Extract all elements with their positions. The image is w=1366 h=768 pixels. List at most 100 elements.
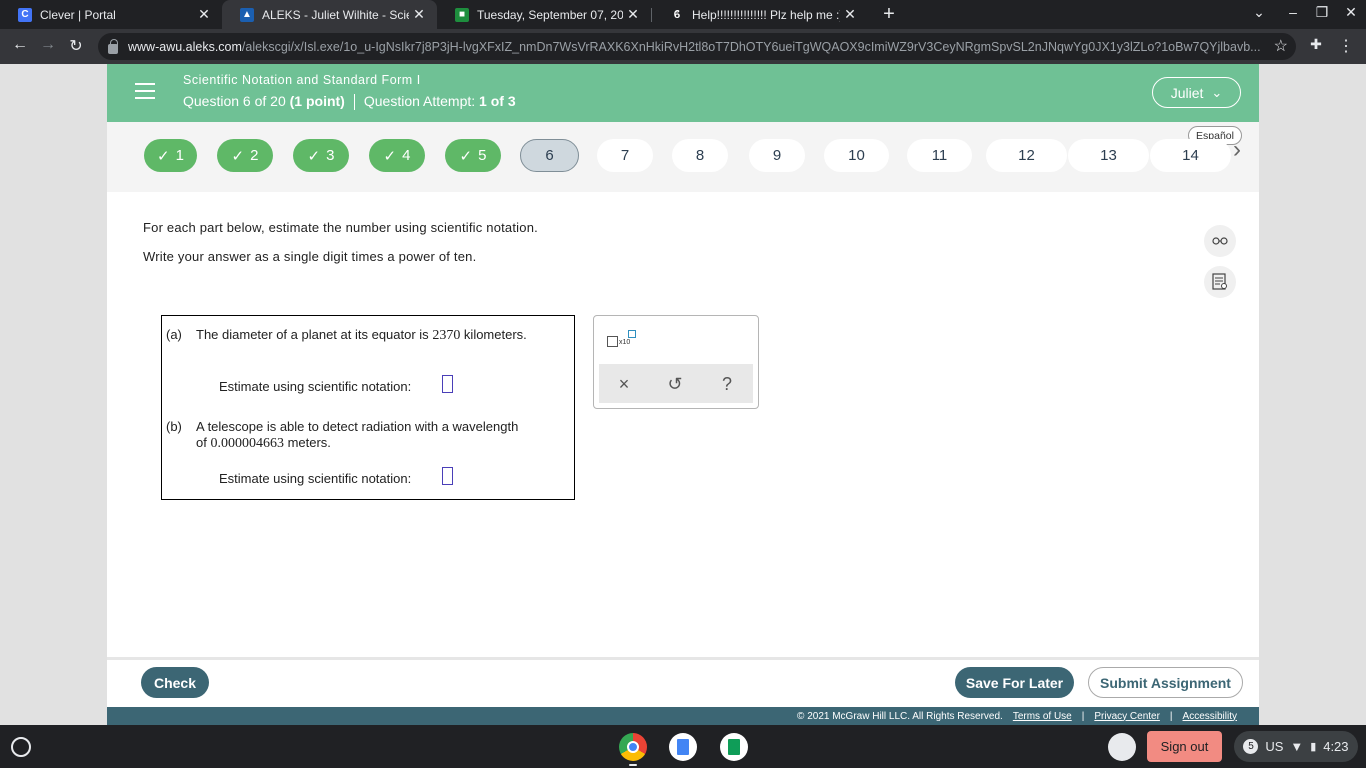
question-pill-7[interactable]: 7	[597, 139, 653, 172]
extensions-icon[interactable]: ✚	[1305, 36, 1327, 53]
undo-icon[interactable]: ↺	[663, 372, 687, 396]
chrome-menu-icon[interactable]: ⋮	[1335, 36, 1357, 56]
brainly-icon: ϐ	[673, 8, 681, 21]
part-b-text: A telescope is able to detect radiation …	[196, 419, 519, 451]
browser-tab-aleks[interactable]: ▲ ALEKS - Juliet Wilhite - Scientific ✕	[222, 0, 437, 29]
question-pill-13[interactable]: 13	[1068, 139, 1149, 172]
status-tray[interactable]: 5 US ▼ ▮ 4:23	[1234, 731, 1358, 762]
browser-tab-clever[interactable]: C Clever | Portal ✕	[0, 0, 222, 29]
attempt-label: Question Attempt:	[363, 93, 476, 109]
glasses-icon[interactable]	[1204, 225, 1236, 257]
notification-count-badge: 5	[1243, 739, 1259, 754]
part-a-estimate-label: Estimate using scientific notation:	[219, 379, 412, 394]
exponent-box-icon	[628, 330, 636, 338]
sheets-app-icon[interactable]	[720, 733, 748, 761]
close-tab-icon[interactable]: ✕	[840, 6, 860, 23]
question-pill-3[interactable]: ✓ 3	[293, 139, 349, 172]
os-shelf: Sign out 5 US ▼ ▮ 4:23	[0, 725, 1366, 768]
sign-out-button[interactable]: Sign out	[1147, 731, 1222, 762]
legal-footer: © 2021 McGraw Hill LLC. All Rights Reser…	[107, 707, 1259, 725]
part-a-answer-input[interactable]	[442, 375, 453, 393]
back-icon[interactable]: ←	[9, 36, 31, 54]
mantissa-box-icon	[607, 336, 618, 347]
close-tab-icon[interactable]: ✕	[194, 6, 214, 23]
check-icon: ✓	[231, 147, 245, 165]
scientific-notation-template-button[interactable]: x10	[607, 330, 637, 352]
notes-icon[interactable]	[1204, 266, 1236, 298]
question-pill-1[interactable]: ✓ 1	[144, 139, 197, 172]
restore-icon[interactable]: ❐	[1312, 4, 1332, 21]
lock-status-icon: ▮	[1310, 741, 1317, 753]
part-b-estimate-label: Estimate using scientific notation:	[219, 471, 412, 486]
submit-assignment-button[interactable]: Submit Assignment	[1088, 667, 1243, 698]
tool-actions-bar: × ↺ ?	[599, 364, 753, 403]
question-pill-4[interactable]: ✓ 4	[369, 139, 425, 172]
instruction-line-2: Write your answer as a single digit time…	[143, 249, 477, 264]
chrome-center-icon	[627, 741, 639, 753]
user-menu-button[interactable]: Juliet ⌄	[1152, 77, 1241, 108]
lock-icon	[108, 38, 118, 54]
url-path: /alekscgi/x/Isl.exe/1o_u-IgNsIkr7j8P3jH-…	[241, 39, 1261, 54]
help-icon[interactable]: ?	[715, 372, 739, 396]
check-icon: ✓	[459, 147, 473, 165]
minimize-icon[interactable]: –	[1283, 4, 1303, 20]
browser-tab-classroom[interactable]: ■ Tuesday, September 07, 2021 Sc ✕	[437, 0, 651, 29]
holding-space-icon[interactable]	[1108, 733, 1136, 761]
clever-icon: C	[18, 7, 32, 22]
times-ten-label: x10	[619, 339, 631, 346]
address-bar[interactable]: www-awu.aleks.com/alekscgi/x/Isl.exe/1o_…	[98, 33, 1296, 60]
close-window-icon[interactable]: ✕	[1341, 4, 1361, 21]
part-a-number: 2370	[432, 328, 461, 343]
question-pill-5[interactable]: ✓ 5	[445, 139, 501, 172]
question-pill-14[interactable]: 14	[1150, 139, 1231, 172]
clear-icon[interactable]: ×	[612, 372, 636, 396]
chevron-right-icon[interactable]: ›	[1233, 138, 1253, 162]
reload-icon[interactable]: ↻	[65, 36, 87, 56]
browser-tab-brainly[interactable]: ϐ Help!!!!!!!!!!!!!!! Plz help me :) - B…	[652, 0, 868, 29]
part-b-label: (b)	[166, 419, 182, 434]
footer-divider	[107, 657, 1259, 660]
notes-icon-svg	[1212, 273, 1227, 290]
page-viewport: Scientific Notation and Standard Form I …	[0, 64, 1366, 725]
footer-separator: |	[1081, 710, 1085, 722]
check-icon: ✓	[383, 147, 397, 165]
docs-app-icon[interactable]	[669, 733, 697, 761]
question-points: (1 point)	[289, 93, 345, 109]
question-pill-2[interactable]: ✓ 2	[217, 139, 273, 172]
terms-link[interactable]: Terms of Use	[1013, 711, 1072, 722]
accessibility-link[interactable]: Accessibility	[1183, 711, 1237, 722]
forward-icon[interactable]: →	[37, 36, 59, 54]
part-b-number: 0.000004663	[210, 436, 284, 451]
part-a-label: (a)	[166, 327, 182, 342]
question-info: Question 6 of 20 (1 point) Question Attem…	[183, 93, 516, 111]
part-b-answer-input[interactable]	[442, 467, 453, 485]
launcher-icon[interactable]	[11, 737, 31, 757]
active-app-indicator	[629, 764, 637, 766]
aleks-icon: ▲	[240, 7, 254, 22]
save-for-later-button[interactable]: Save For Later	[955, 667, 1074, 698]
question-pill-12[interactable]: 12	[986, 139, 1067, 172]
question-pill-8[interactable]: 8	[672, 139, 728, 172]
tab-search-icon[interactable]: ⌄	[1249, 4, 1269, 21]
docs-page-icon	[677, 739, 689, 755]
question-pill-6[interactable]: 6	[520, 139, 579, 172]
question-pill-10[interactable]: 10	[824, 139, 889, 172]
url-host: www-awu.aleks.com	[128, 39, 242, 54]
clock-time: 4:23	[1323, 739, 1349, 754]
question-pill-11[interactable]: 11	[907, 139, 972, 172]
bookmark-star-icon[interactable]: ☆	[1274, 36, 1288, 56]
close-tab-icon[interactable]: ✕	[623, 6, 643, 23]
wifi-icon: ▼	[1290, 739, 1304, 754]
close-tab-icon[interactable]: ✕	[409, 6, 429, 23]
question-pill-9[interactable]: 9	[749, 139, 805, 172]
privacy-link[interactable]: Privacy Center	[1094, 711, 1160, 722]
glasses-icon-svg	[1212, 237, 1228, 245]
chevron-down-icon: ⌄	[1211, 84, 1223, 100]
browser-toolbar: ← → ↻ www-awu.aleks.com/alekscgi/x/Isl.e…	[0, 29, 1366, 64]
chrome-app-icon[interactable]	[619, 733, 647, 761]
hamburger-menu-icon[interactable]	[135, 83, 155, 99]
new-tab-icon[interactable]: +	[877, 3, 901, 26]
user-name: Juliet	[1170, 84, 1204, 101]
topic-title: Scientific Notation and Standard Form I	[183, 73, 421, 87]
check-button[interactable]: Check	[141, 667, 209, 698]
